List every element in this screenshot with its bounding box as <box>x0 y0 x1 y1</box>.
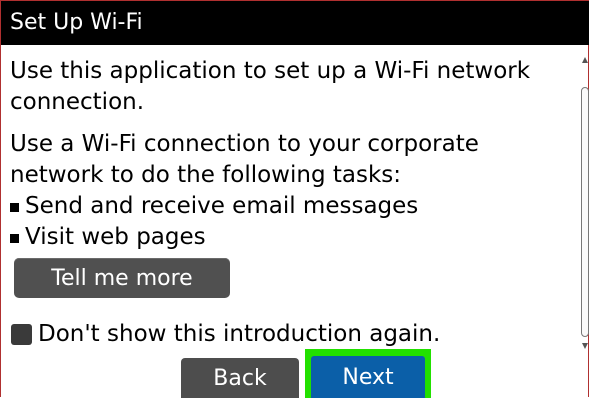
back-button-label: Back <box>213 365 267 391</box>
intro-content: Use this application to set up a Wi-Fi n… <box>10 56 575 253</box>
tell-me-more-button[interactable]: Tell me more <box>14 258 230 298</box>
intro-paragraph-1: Use this application to set up a Wi-Fi n… <box>10 56 575 118</box>
next-button-label: Next <box>342 364 394 390</box>
list-item: Visit web pages <box>10 222 575 253</box>
back-button[interactable]: Back <box>181 358 299 398</box>
bullet-icon <box>10 234 19 243</box>
list-item-label: Send and receive email messages <box>25 193 419 219</box>
intro-line: Use a Wi-Fi connection to your corporate <box>10 131 479 157</box>
next-button[interactable]: Next <box>311 356 425 398</box>
intro-line: network to do the following tasks: <box>10 162 402 188</box>
intro-line: Use this application to set up a Wi-Fi n… <box>10 58 531 84</box>
tell-me-more-label: Tell me more <box>51 265 193 291</box>
list-item: Send and receive email messages <box>10 191 575 222</box>
intro-line: connection. <box>10 89 145 115</box>
dont-show-again-checkbox[interactable] <box>11 323 32 345</box>
scroll-down-arrow-icon <box>582 343 588 349</box>
intro-paragraph-2: Use a Wi-Fi connection to your corporate… <box>10 129 575 191</box>
dont-show-again-option[interactable]: Don't show this introduction again. <box>11 318 440 350</box>
scrollbar[interactable] <box>580 57 589 349</box>
next-button-focus-ring: Next <box>305 349 431 398</box>
bullet-icon <box>10 203 19 212</box>
scroll-up-arrow-icon <box>582 57 588 63</box>
scroll-thumb[interactable] <box>581 87 589 337</box>
dont-show-again-label: Don't show this introduction again. <box>38 321 441 347</box>
page-title: Set Up Wi-Fi <box>1 1 589 45</box>
window-frame: Set Up Wi-Fi Use this application to set… <box>0 0 589 398</box>
list-item-label: Visit web pages <box>25 224 206 250</box>
